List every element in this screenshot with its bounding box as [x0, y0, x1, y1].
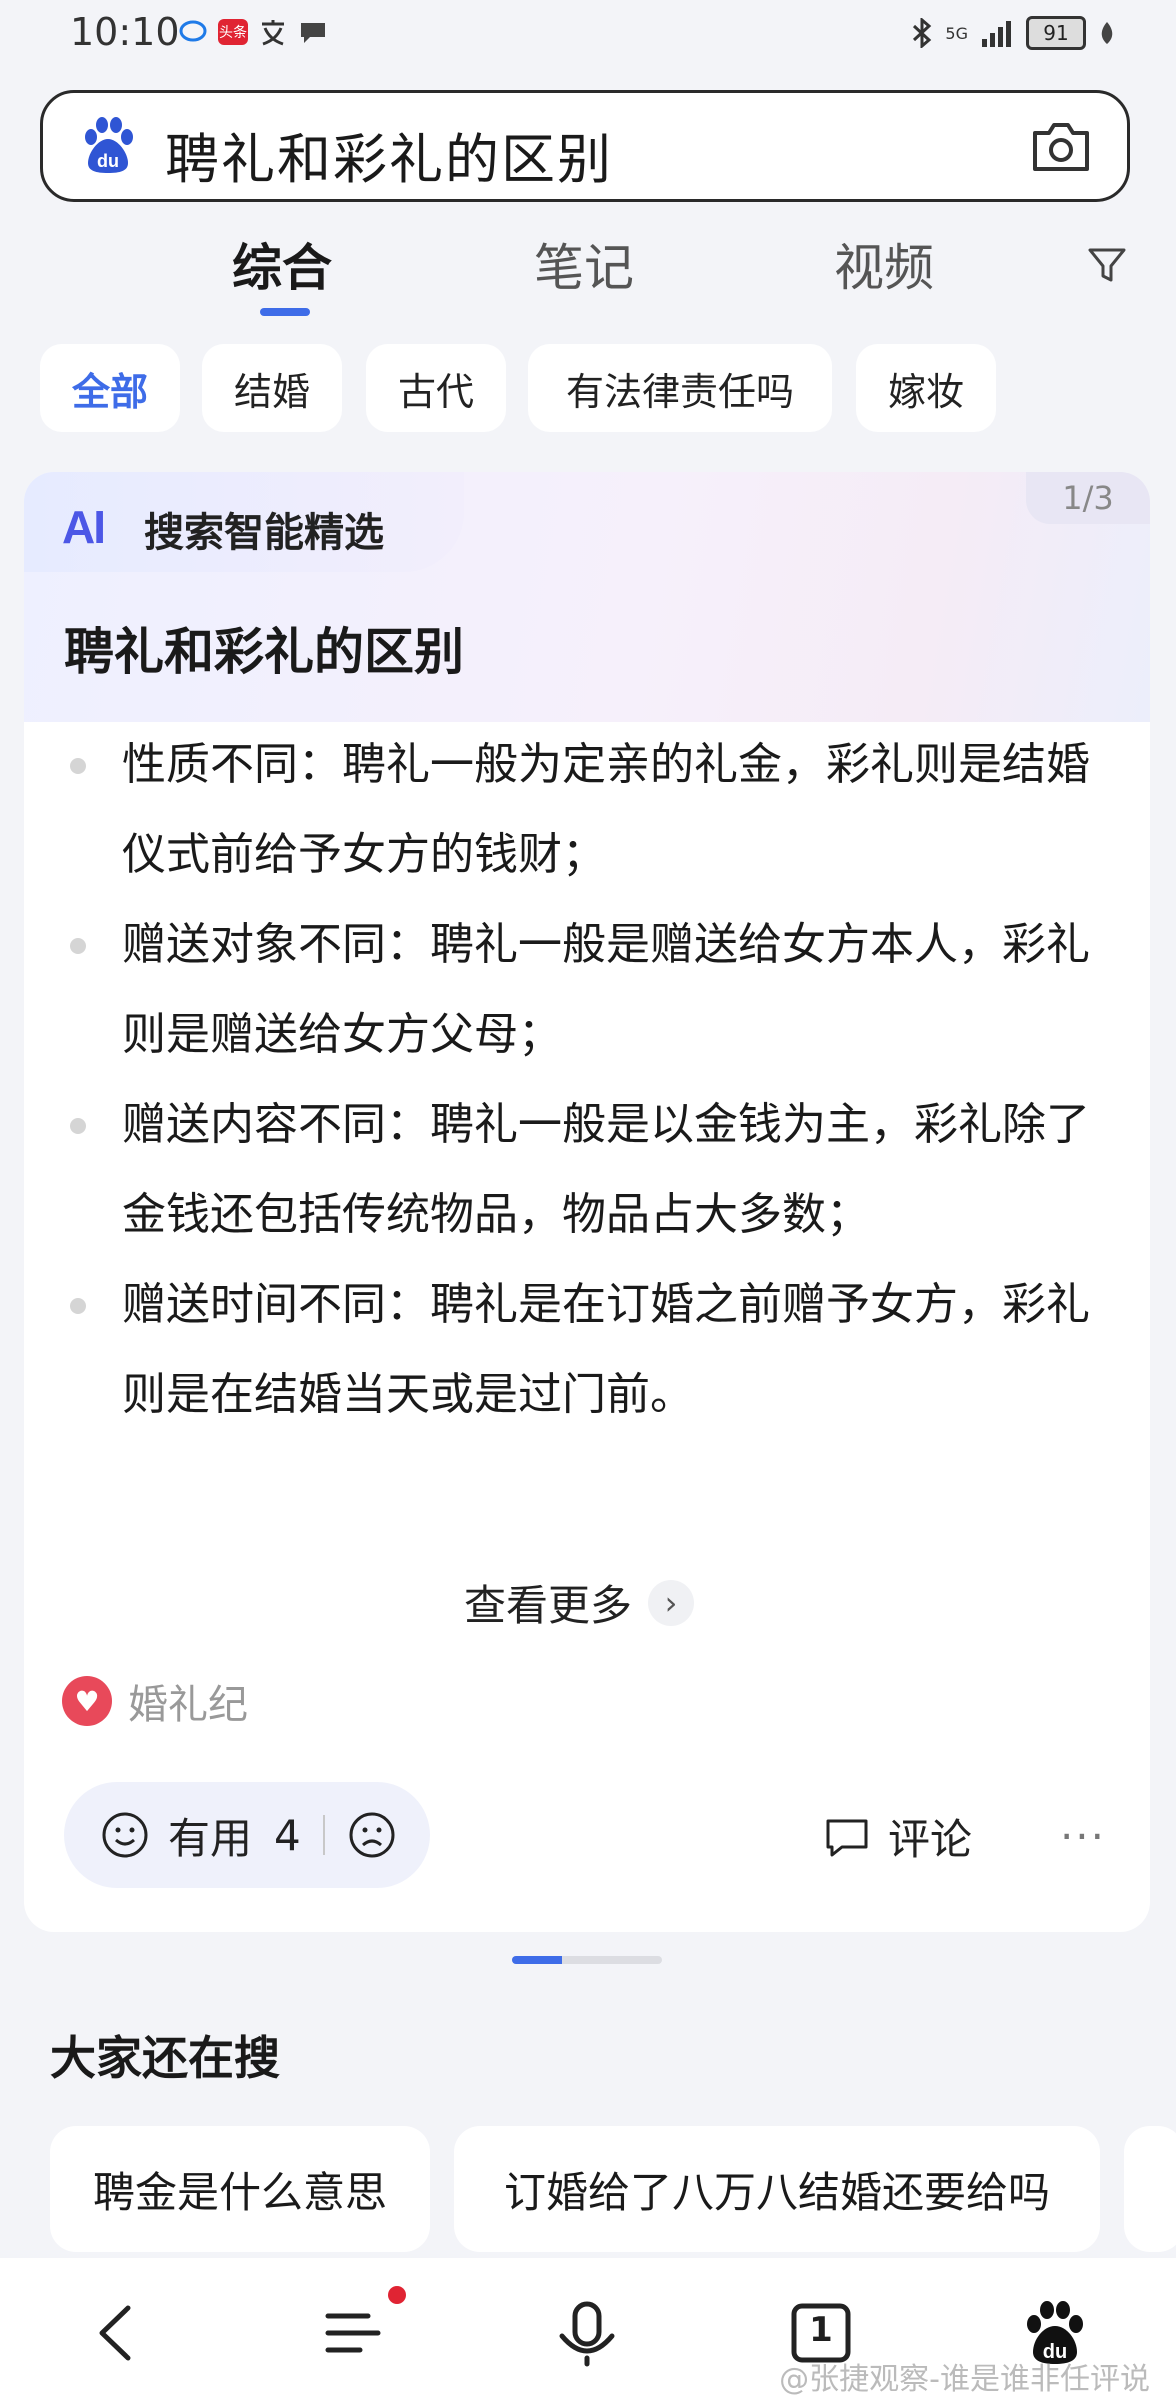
search-query-text[interactable]: 聘礼和彩礼的区别 — [165, 115, 613, 194]
pager-active-segment — [512, 1956, 562, 1964]
chip-dowry[interactable]: 嫁妆 — [856, 344, 996, 432]
camera-icon[interactable] — [1029, 117, 1093, 175]
page-indicator: 1/3 — [1026, 472, 1150, 524]
tab-count: 1 — [809, 2310, 833, 2350]
source-attribution[interactable]: ♥ 婚礼纪 — [62, 1672, 248, 1730]
chip-marriage[interactable]: 结婚 — [202, 344, 342, 432]
tab-comprehensive[interactable]: 综合 — [232, 228, 332, 300]
chat-icon — [301, 23, 325, 43]
feedback-pill: 有用 4 — [64, 1782, 430, 1888]
answer-title: 聘礼和彩礼的区别 — [64, 623, 464, 681]
signal-icon — [982, 21, 1011, 47]
card-carousel-pager — [512, 1956, 662, 1964]
answer-bullet: 赠送内容不同：聘礼一般是以金钱为主，彩礼除了金钱还包括传统物品，物品占大多数； — [64, 1080, 1124, 1260]
chip-legal-liability[interactable]: 有法律责任吗 — [528, 344, 832, 432]
comment-icon — [826, 1819, 868, 1856]
chip-ancient[interactable]: 古代 — [366, 344, 506, 432]
related-search-item[interactable]: 聘金是什么意思 — [50, 2126, 430, 2252]
chevron-right-icon: › — [648, 1579, 695, 1626]
ai-badge-text: 搜索智能精选 — [144, 510, 384, 556]
see-more-label: 查看更多 — [464, 1581, 633, 1630]
menu-icon[interactable] — [318, 2298, 388, 2368]
filter-icon[interactable] — [1086, 244, 1128, 286]
more-options-icon[interactable]: ··· — [1060, 1812, 1106, 1861]
comment-button[interactable]: 评论 — [824, 1806, 972, 1867]
related-searches-title: 大家还在搜 — [50, 2031, 280, 2085]
useful-count: 4 — [274, 1810, 301, 1860]
see-more-button[interactable]: 查看更多 › — [464, 1572, 695, 1633]
bluetooth-icon — [913, 18, 932, 48]
bottom-navigation-bar: 1 du @张捷观察-谁是谁非任评说 — [0, 2258, 1176, 2400]
network-type: 5G — [945, 23, 968, 43]
status-bar: 10:10 头条 5G 91 — [0, 0, 1176, 72]
weibo-watermark: @张捷观察-谁是谁非任评说 — [779, 2362, 1150, 2397]
ai-logo-icon: AI — [62, 501, 106, 553]
answer-bullet-list: 性质不同：聘礼一般为定亲的礼金，彩礼则是结婚仪式前给予女方的钱财； 赠送对象不同… — [64, 720, 1124, 1440]
tab-notes[interactable]: 笔记 — [534, 228, 634, 300]
comment-label: 评论 — [888, 1815, 973, 1864]
back-arrow-icon[interactable] — [84, 2298, 154, 2368]
status-system-icons: 5G 91 — [911, 16, 1116, 50]
status-time: 10:10 — [70, 10, 180, 54]
smile-face-icon[interactable] — [100, 1810, 150, 1860]
tab-videos[interactable]: 视频 — [834, 228, 934, 300]
divider — [322, 1815, 325, 1855]
active-tab-indicator — [260, 308, 310, 316]
ai-answer-card: AI 搜索智能精选 1/3 聘礼和彩礼的区别 性质不同：聘礼一般为定亲的礼金，彩… — [24, 472, 1150, 1932]
chip-all[interactable]: 全部 — [40, 344, 180, 432]
microphone-icon[interactable] — [552, 2298, 622, 2368]
answer-bullet: 性质不同：聘礼一般为定亲的礼金，彩礼则是结婚仪式前给予女方的钱财； — [64, 720, 1124, 900]
useful-label[interactable]: 有用 — [168, 1805, 252, 1866]
message-bubble-icon — [179, 20, 207, 42]
text-app-icon — [262, 20, 284, 46]
sad-face-icon[interactable] — [347, 1810, 397, 1860]
battery-indicator: 91 — [1026, 16, 1086, 50]
answer-bullet: 赠送时间不同：聘礼是在订婚之前赠予女方，彩礼则是在结婚当天或是过门前。 — [64, 1260, 1124, 1440]
source-avatar: ♥ — [62, 1676, 112, 1726]
related-search-item-partial[interactable] — [1124, 2126, 1176, 2252]
leaf-icon — [1101, 22, 1113, 44]
baidu-paw-icon[interactable]: du — [77, 115, 139, 177]
source-name: 婚礼纪 — [128, 1682, 248, 1728]
related-search-item[interactable]: 订婚给了八万八结婚还要给吗 — [454, 2126, 1100, 2252]
notification-dot — [388, 2286, 406, 2304]
svg-text:du: du — [97, 151, 119, 171]
news-app-icon: 头条 — [218, 19, 248, 45]
answer-bullet: 赠送对象不同：聘礼一般是赠送给女方本人，彩礼则是赠送给女方父母； — [64, 900, 1124, 1080]
status-notification-icons: 头条 — [178, 18, 328, 46]
search-bar[interactable]: du 聘礼和彩礼的区别 — [40, 90, 1130, 202]
